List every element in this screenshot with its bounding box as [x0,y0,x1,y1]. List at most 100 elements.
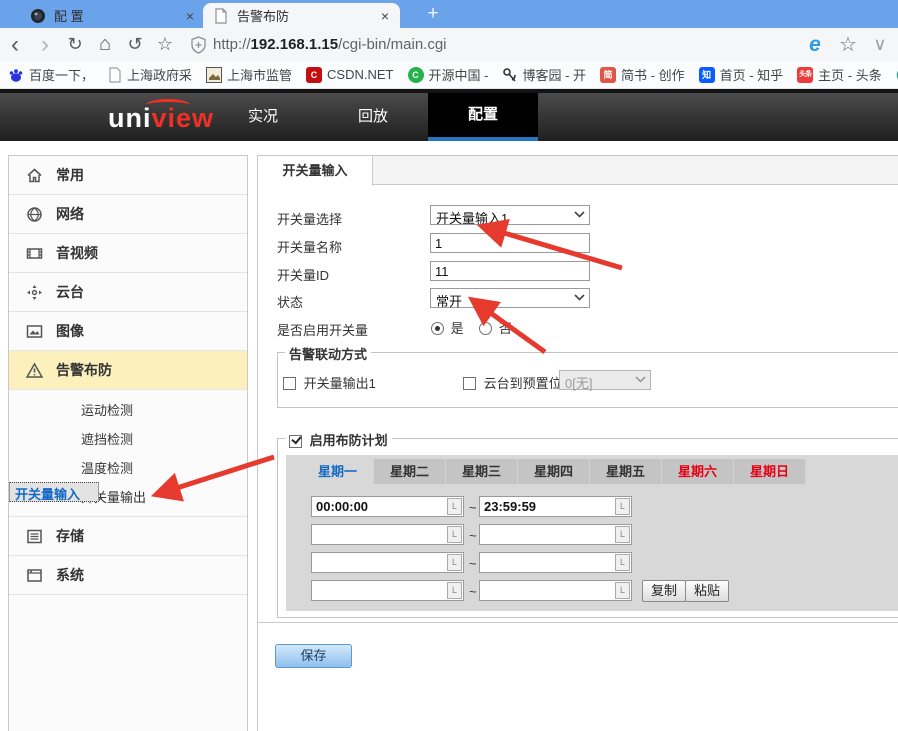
weektab-thu[interactable]: 星期四 [518,459,590,484]
csdn-icon: C [306,67,322,83]
sidebar-subitem-alarm-input[interactable]: 开关量输入 [9,482,99,502]
weektab-wed[interactable]: 星期三 [446,459,518,484]
time-start-input-1[interactable] [311,496,464,517]
weektab-fri[interactable]: 星期五 [590,459,662,484]
tab-alarm-input[interactable]: 开关量输入 [258,156,373,186]
time-start-input-4[interactable] [311,580,464,601]
sidebar-subitem-temperature[interactable]: 温度检测 [9,453,247,482]
paste-button[interactable]: 粘贴 [685,580,729,602]
ptz-preset-checkbox[interactable] [463,377,476,390]
bookmark-star-icon[interactable]: ☆ [832,32,864,57]
time-end-input-1[interactable] [479,496,632,517]
time-end-2[interactable]: L [479,524,632,545]
star-icon[interactable]: ☆ [150,34,180,55]
bookmark-shgov[interactable]: 上海政府采 [108,65,192,84]
sidebar-item-system[interactable]: 系统 [9,556,247,595]
bookmark-oschina[interactable]: C 开源中国 - [408,65,489,84]
chevron-down-icon[interactable]: ∨ [864,34,896,55]
range-tilde: ~ [469,556,477,571]
ie-icon[interactable]: e [798,33,832,57]
sidebar-item-common[interactable]: 常用 [9,156,247,195]
time-end-input-3[interactable] [479,552,632,573]
image-icon [26,323,43,340]
bookmark-zhihu[interactable]: 知 首页 - 知乎 [699,65,784,84]
home-icon[interactable]: ⌂ [90,33,120,56]
nav-live[interactable]: 实况 [208,93,318,141]
sidebar-item-network[interactable]: 网络 [9,195,247,234]
preset-dropdown[interactable]: 0[无] [559,370,651,390]
system-window-icon [26,567,43,584]
time-start-4[interactable]: L [311,580,464,601]
bookmark-csdn[interactable]: C CSDN.NET [306,67,393,83]
time-picker-icon[interactable]: L [447,582,462,599]
back-icon[interactable]: ‹ [0,31,30,59]
chevron-down-icon [635,376,646,383]
output1-checkbox[interactable] [283,377,296,390]
time-picker-icon[interactable]: L [615,582,630,599]
plan-enable-checkbox[interactable] [289,435,302,448]
nav-config[interactable]: 配置 [428,93,538,141]
time-picker-icon[interactable]: L [447,498,462,515]
copy-button[interactable]: 复制 [642,580,686,602]
time-end-3[interactable]: L [479,552,632,573]
radio-no[interactable] [479,322,492,335]
time-start-2[interactable]: L [311,524,464,545]
alarm-id-input[interactable] [430,261,590,281]
bookmark-cnblogs[interactable]: 博客园 - 开 [502,65,586,84]
weektab-sun[interactable]: 星期日 [734,459,806,484]
sidebar-subitem-motion[interactable]: 运动检测 [9,395,247,424]
reload-icon[interactable]: ↻ [60,34,90,55]
bookmark-baidu[interactable]: 百度一下， [8,65,94,84]
save-button[interactable]: 保存 [275,644,352,668]
tab-close-icon[interactable]: × [181,8,199,24]
plan-legend: 启用布防计划 [285,430,392,449]
time-end-4[interactable]: L [479,580,632,601]
alarm-select-dropdown[interactable]: 开关量输入1 [430,205,590,225]
new-tab-button[interactable]: + [420,2,446,26]
bookmark-shjg[interactable]: 上海市监管 [206,65,292,84]
time-start-input-2[interactable] [311,524,464,545]
status-dropdown[interactable]: 常开 [430,288,590,308]
bookmark-jianshu[interactable]: 简 简书 - 创作 [600,65,685,84]
restore-icon[interactable]: ↺ [120,34,150,55]
page-favicon [213,8,229,24]
time-end-input-4[interactable] [479,580,632,601]
time-picker-icon[interactable]: L [447,554,462,571]
browser-tab-config[interactable]: 配 置 × [20,3,205,28]
linkage-ptz: 云台到预置位 [463,373,562,392]
time-end-1[interactable]: L [479,496,632,517]
time-picker-icon[interactable]: L [447,526,462,543]
time-start-3[interactable]: L [311,552,464,573]
page-icon [108,67,122,83]
sidebar-item-alarm[interactable]: 告警布防 [9,351,247,390]
time-picker-icon[interactable]: L [615,554,630,571]
browser-tab-alarm[interactable]: 告警布防 × [203,3,400,28]
sidebar-item-ptz[interactable]: 云台 [9,273,247,312]
shield-icon[interactable] [190,36,207,54]
tab-close-icon[interactable]: × [376,8,394,24]
url-host: 192.168.1.15 [251,36,339,53]
weektab-mon[interactable]: 星期一 [302,459,374,484]
weektab-tue[interactable]: 星期二 [374,459,446,484]
weektab-sat[interactable]: 星期六 [662,459,734,484]
range-tilde: ~ [469,584,477,599]
film-icon [26,245,43,262]
address-bar[interactable]: http://192.168.1.15/cgi-bin/main.cgi [213,36,798,53]
time-picker-icon[interactable]: L [615,498,630,515]
toutiao-icon: 头条 [797,67,813,83]
alarm-name-input[interactable] [430,233,590,253]
time-start-input-3[interactable] [311,552,464,573]
sidebar-item-image[interactable]: 图像 [9,312,247,351]
time-picker-icon[interactable]: L [615,526,630,543]
sidebar-item-storage[interactable]: 存储 [9,517,247,556]
radio-yes[interactable] [431,322,444,335]
status-value: 常开 [436,294,462,309]
bookmark-toutiao[interactable]: 头条 主页 - 头条 [797,65,882,84]
sidebar-subitem-tamper[interactable]: 遮挡检测 [9,424,247,453]
time-end-input-2[interactable] [479,524,632,545]
time-start-1[interactable]: L [311,496,464,517]
sidebar-item-av[interactable]: 音视频 [9,234,247,273]
forward-icon[interactable]: › [30,31,60,59]
nav-playback[interactable]: 回放 [318,93,428,141]
url-path: /cgi-bin/main.cgi [338,36,446,53]
